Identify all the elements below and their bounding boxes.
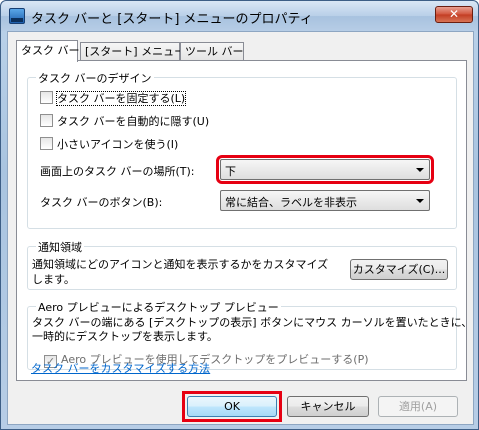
- apply-button-label: 適用(A): [398, 400, 438, 413]
- small-icons-checkbox[interactable]: 小さいアイコンを使う(I): [40, 136, 178, 152]
- small-icons-checkbox-box[interactable]: [40, 137, 53, 150]
- small-icons-label: 小さいアイコンを使う(I): [57, 138, 179, 151]
- notification-area-group-label: 通知領域: [36, 239, 84, 255]
- customize-taskbar-help-link[interactable]: タスク バーをカスタマイズする方法: [31, 360, 210, 376]
- title-bar[interactable]: タスク バーと [スタート] メニューのプロパティ ✕: [1, 1, 478, 31]
- cancel-button[interactable]: キャンセル: [287, 396, 369, 417]
- ok-button-label: OK: [224, 400, 240, 413]
- aero-peek-group-label: Aero プレビューによるデスクトップ プレビュー: [36, 299, 281, 315]
- lock-taskbar-label: タスク バーを固定する(L): [55, 91, 187, 106]
- customize-button[interactable]: カスタマイズ(C)...: [350, 259, 448, 280]
- auto-hide-label: タスク バーを自動的に隠す(U): [57, 115, 210, 128]
- taskbar-location-label: 画面上のタスク バーの場所(T):: [40, 165, 195, 178]
- taskbar-location-value: 下: [225, 165, 236, 178]
- taskbar-design-group-label: タスク バーのデザイン: [36, 70, 154, 86]
- taskbar-buttons-value: 常に結合、ラベルを非表示: [225, 196, 357, 209]
- dialog-client-area: タスク バー [スタート] メニュー ツール バー タスク バーのデザイン タス…: [7, 31, 474, 425]
- taskbar-design-group: タスク バーのデザイン タスク バーを固定する(L) タスク バーを自動的に隠す…: [27, 70, 457, 229]
- aero-peek-description-line1: タスク バーの端にある [デスクトップの表示] ボタンにマウス カーソルを置いた…: [32, 316, 473, 329]
- tab-start-menu[interactable]: [スタート] メニュー: [80, 42, 185, 61]
- taskbar-buttons-select[interactable]: 常に結合、ラベルを非表示: [220, 190, 430, 211]
- close-button[interactable]: ✕: [435, 6, 473, 23]
- properties-window: タスク バーと [スタート] メニューのプロパティ ✕ タスク バー [スタート…: [0, 0, 479, 430]
- taskbar-app-icon: [9, 8, 25, 24]
- auto-hide-checkbox-box[interactable]: [40, 114, 53, 127]
- tab-taskbar-label: タスク バー: [21, 44, 80, 57]
- ok-button[interactable]: OK: [187, 396, 277, 417]
- aero-peek-description-line2: 一時的にデスクトップを表示します。: [32, 330, 218, 343]
- taskbar-location-select[interactable]: 下: [216, 155, 434, 184]
- tab-toolbars-label: ツール バー: [185, 45, 244, 58]
- auto-hide-checkbox[interactable]: タスク バーを自動的に隠す(U): [40, 113, 209, 129]
- lock-taskbar-checkbox-box[interactable]: [40, 91, 53, 104]
- taskbar-buttons-label: タスク バーのボタン(B):: [40, 196, 163, 209]
- tab-taskbar[interactable]: タスク バー: [16, 40, 80, 62]
- close-icon: ✕: [448, 7, 460, 21]
- chevron-down-icon: [416, 199, 424, 203]
- tab-panel-taskbar: タスク バーのデザイン タスク バーを固定する(L) タスク バーを自動的に隠す…: [16, 60, 472, 381]
- lock-taskbar-checkbox[interactable]: タスク バーを固定する(L): [40, 90, 187, 106]
- window-title: タスク バーと [スタート] メニューのプロパティ: [31, 12, 313, 27]
- tab-toolbars[interactable]: ツール バー: [180, 42, 244, 61]
- cancel-button-label: キャンセル: [300, 400, 356, 413]
- apply-button[interactable]: 適用(A): [378, 396, 458, 417]
- notification-area-group: 通知領域 通知領域にどのアイコンと通知を表示するかをカスタマイズします。 カスタ…: [27, 239, 457, 290]
- customize-button-label: カスタマイズ(C)...: [352, 263, 446, 276]
- notification-area-description: 通知領域にどのアイコンと通知を表示するかをカスタマイズします。: [32, 258, 329, 286]
- tab-start-menu-label: [スタート] メニュー: [85, 45, 186, 58]
- chevron-down-icon: [416, 168, 424, 172]
